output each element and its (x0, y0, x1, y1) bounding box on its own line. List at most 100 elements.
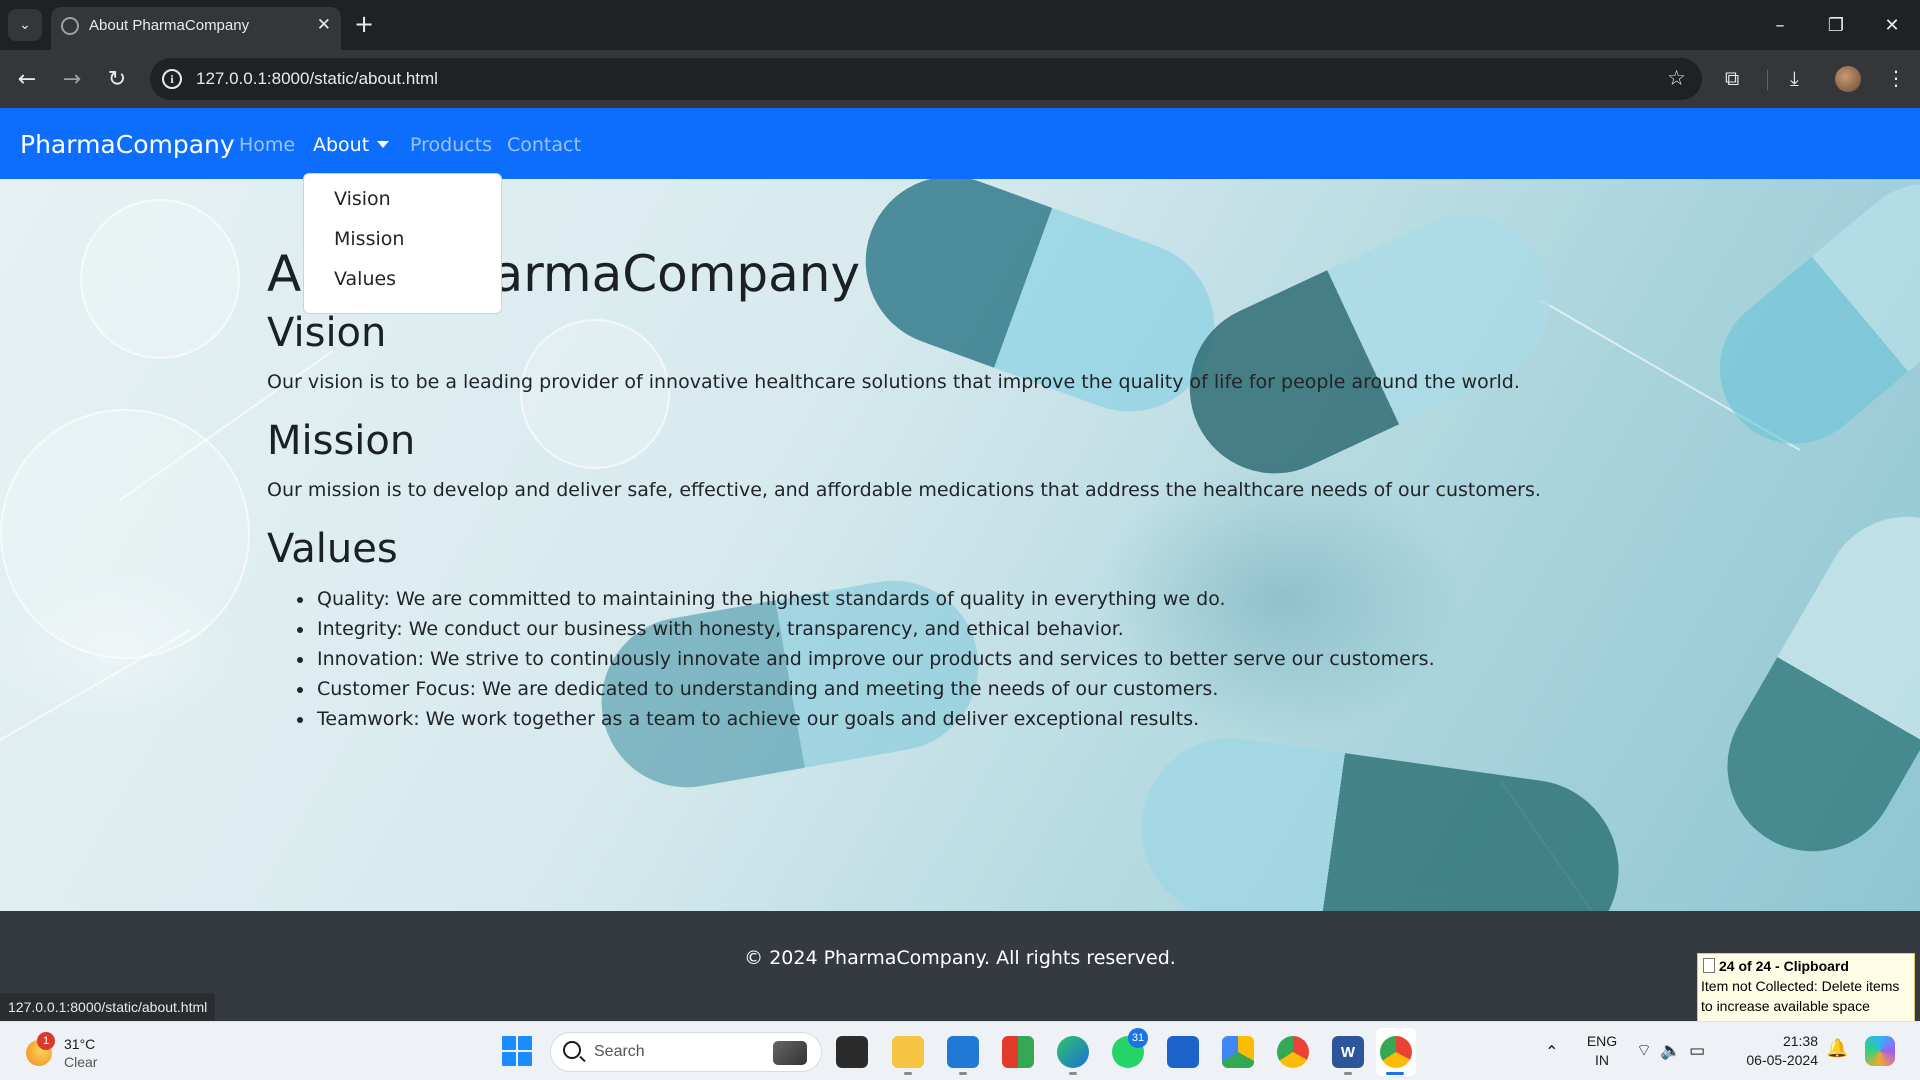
list-item: Quality: We are committed to maintaining… (267, 584, 1435, 614)
arrow-right-icon: → (62, 66, 82, 92)
weather-condition: Clear (64, 1054, 98, 1070)
tab-title: About PharmaCompany (89, 17, 250, 34)
bookmark-star-icon[interactable]: ☆ (1667, 66, 1686, 90)
globe-icon (61, 17, 79, 35)
minimize-button[interactable]: – (1752, 0, 1808, 50)
word-icon[interactable]: W (1332, 1036, 1364, 1068)
nav-link-about[interactable]: About (313, 134, 390, 156)
background-bubble (0, 409, 250, 659)
footer-copyright: © 2024 PharmaCompany. All rights reserve… (744, 947, 1176, 969)
download-icon[interactable]: ⤓ (1790, 66, 1799, 90)
whatsapp-badge: 31 (1128, 1028, 1148, 1048)
nav-link-home[interactable]: Home (239, 134, 295, 156)
search-highlight-icon (773, 1041, 807, 1065)
taskbar-search[interactable]: Search (550, 1032, 822, 1072)
clipboard-notification[interactable]: 24 of 24 - Clipboard Item not Collected:… (1697, 953, 1915, 1021)
task-view-icon[interactable] (836, 1036, 868, 1068)
edge-icon[interactable] (1057, 1036, 1089, 1068)
mission-heading: Mission (267, 418, 416, 464)
browser-tab-strip: ⌄ About PharmaCompany ✕ + – ❐ ✕ (0, 0, 1920, 50)
weather-temperature: 31°C (64, 1036, 96, 1052)
background-bubble (80, 199, 240, 359)
language-code: ENG (1586, 1033, 1618, 1049)
forward-button[interactable]: → (55, 62, 89, 96)
nav-link-products[interactable]: Products (410, 134, 492, 156)
file-explorer-icon[interactable] (892, 1036, 924, 1068)
nav-about-label: About (313, 134, 370, 156)
arrow-left-icon: ← (17, 66, 37, 92)
chevron-up-icon[interactable]: ⌃ (1545, 1042, 1558, 1061)
navbar-brand[interactable]: PharmaCompany (20, 130, 235, 159)
site-navbar: PharmaCompany Home About Products Contac… (0, 108, 1920, 179)
dropdown-item-values[interactable]: Values (304, 264, 501, 304)
dropdown-item-vision[interactable]: Vision (304, 184, 501, 224)
store-icon[interactable] (1167, 1036, 1199, 1068)
caret-down-icon (377, 141, 390, 148)
chrome-icon[interactable] (1277, 1036, 1309, 1068)
reload-icon: ↻ (107, 66, 127, 92)
dropdown-item-mission[interactable]: Mission (304, 224, 501, 264)
close-window-button[interactable]: ✕ (1864, 0, 1920, 50)
capsule-image (841, 179, 1239, 436)
hero-section: About PharmaCompany Vision Our vision is… (0, 179, 1920, 911)
restore-button[interactable]: ❐ (1808, 0, 1864, 50)
app-grid-icon[interactable] (1002, 1036, 1034, 1068)
system-tray-icons[interactable]: ⌔🔈▭ (1636, 1040, 1713, 1061)
active-indicator (1386, 1072, 1404, 1075)
capsule-image (1689, 179, 1920, 475)
copilot-icon[interactable] (1865, 1036, 1895, 1066)
clock-date: 06-05-2024 (1746, 1052, 1818, 1068)
nav-link-contact[interactable]: Contact (507, 134, 581, 156)
list-item: Teamwork: We work together as a team to … (267, 704, 1435, 734)
profile-avatar[interactable] (1835, 66, 1861, 92)
windows-start-button[interactable] (502, 1036, 532, 1066)
capsule-image (1161, 186, 1579, 502)
window-controls: – ❐ ✕ (1752, 0, 1920, 50)
background-bubble (520, 319, 670, 469)
toolbar-divider (1767, 70, 1768, 90)
clock-time: 21:38 (1782, 1033, 1818, 1049)
list-item: Innovation: We strive to continuously in… (267, 644, 1435, 674)
weather-widget[interactable]: 1 31°C Clear (20, 1032, 140, 1072)
search-placeholder: Search (594, 1043, 645, 1060)
link-status-bar: 127.0.0.1:8000/static/about.html (0, 993, 216, 1021)
clock[interactable]: 21:38 06-05-2024 (1728, 1032, 1818, 1070)
chrome-active-icon[interactable] (1380, 1036, 1412, 1068)
page-viewport: PharmaCompany Home About Products Contac… (0, 108, 1920, 1021)
tab-search-button[interactable]: ⌄ (8, 9, 42, 41)
chevron-down-icon: ⌄ (19, 17, 31, 33)
notification-bell-icon[interactable]: 🔔 (1826, 1038, 1848, 1059)
windows-logo-tile (502, 1052, 516, 1066)
language-indicator[interactable]: ENG IN (1584, 1032, 1620, 1070)
list-item: Customer Focus: We are dedicated to unde… (267, 674, 1435, 704)
drive-icon[interactable] (1222, 1036, 1254, 1068)
region-code: IN (1595, 1052, 1609, 1068)
vision-heading: Vision (267, 310, 387, 356)
running-indicator (1069, 1072, 1077, 1075)
new-tab-button[interactable]: + (354, 12, 374, 36)
browser-tab-active[interactable]: About PharmaCompany ✕ (51, 7, 341, 50)
vscode-icon[interactable] (947, 1036, 979, 1068)
windows-logo-tile (502, 1036, 516, 1050)
capsule-image (1696, 485, 1920, 883)
reload-button[interactable]: ↻ (100, 62, 134, 96)
back-button[interactable]: ← (10, 62, 44, 96)
running-indicator (959, 1072, 967, 1075)
menu-kebab-icon[interactable]: ⋮ (1886, 66, 1906, 90)
windows-taskbar: 1 31°C Clear Search 31 W ⌃ ENG IN ⌔🔈▭ 21… (0, 1021, 1920, 1080)
mission-text: Our mission is to develop and deliver sa… (267, 479, 1541, 501)
address-url[interactable]: 127.0.0.1:8000/static/about.html (196, 69, 438, 89)
close-tab-icon[interactable]: ✕ (317, 15, 331, 35)
extensions-icon[interactable]: ⧉ (1725, 66, 1739, 90)
search-icon (563, 1041, 581, 1059)
site-footer: © 2024 PharmaCompany. All rights reserve… (0, 911, 1920, 1021)
running-indicator (904, 1072, 912, 1075)
site-info-icon[interactable]: i (162, 69, 182, 89)
weather-badge: 1 (37, 1032, 55, 1050)
address-bar[interactable]: i 127.0.0.1:8000/static/about.html ☆ (150, 58, 1702, 100)
windows-logo-tile (518, 1036, 532, 1050)
list-item: Integrity: We conduct our business with … (267, 614, 1435, 644)
vision-text: Our vision is to be a leading provider o… (267, 371, 1520, 393)
values-list: Quality: We are committed to maintaining… (267, 584, 1435, 734)
values-heading: Values (267, 526, 398, 572)
